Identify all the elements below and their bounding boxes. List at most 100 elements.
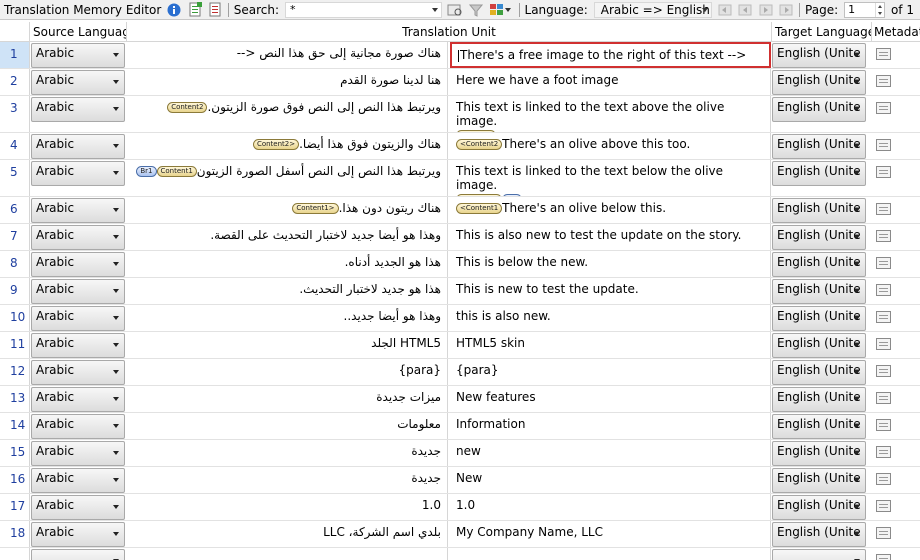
inline-tag[interactable]: Br1 [136,166,157,177]
source-text-cell[interactable]: بلدي اسم الشركة، LLC [127,521,448,547]
metadata-cell[interactable] [872,494,920,520]
target-text-cell[interactable]: This is new to test the update. [450,278,771,304]
metadata-cell[interactable] [872,440,920,466]
metadata-cell[interactable] [872,332,920,358]
source-language-select[interactable]: Arabic [31,161,125,186]
target-text-cell[interactable]: new [450,440,771,466]
chevron-down-icon[interactable] [432,7,439,12]
header-translation-unit[interactable]: Translation Unit [127,22,772,42]
target-language-select[interactable]: English (Unite [772,198,866,223]
target-language-select[interactable] [772,549,866,560]
source-text-cell[interactable] [127,548,448,560]
metadata-cell[interactable] [872,278,920,304]
metadata-icon[interactable] [876,554,891,560]
target-language-select[interactable]: English (Unite [772,387,866,412]
metadata-cell[interactable] [872,133,920,159]
target-language-select[interactable]: English (Unite [772,333,866,358]
source-text-cell[interactable]: وهذا هو أيضا جديد لاختبار التحديث على ال… [127,224,448,250]
source-text-cell[interactable]: ويرتبط هذا النص إلى النص أسفل الصورة الز… [127,160,448,196]
source-language-select[interactable]: Arabic [31,360,125,385]
metadata-cell[interactable] [872,160,920,196]
target-text-cell[interactable]: Information [450,413,771,439]
inline-tag[interactable]: Content2 [456,130,497,132]
metadata-cell[interactable] [872,359,920,385]
header-source-language[interactable]: Source Language [30,22,127,42]
source-language-select[interactable]: Arabic [31,522,125,547]
table-row[interactable]: 3 Arabic ويرتبط هذا النص إلى النص فوق صورة… [0,96,920,133]
source-language-select[interactable]: Arabic [31,495,125,520]
source-language-select[interactable]: Arabic [31,279,125,304]
metadata-icon[interactable] [876,257,891,269]
source-language-select[interactable]: Arabic [31,306,125,331]
source-text-cell[interactable]: HTML5 الجلد [127,332,448,358]
search-options-icon[interactable] [447,2,463,18]
target-text-cell[interactable]: 1.0 [450,494,771,520]
inline-tag[interactable]: Br1 [502,194,523,196]
info-icon[interactable] [166,2,181,18]
metadata-icon[interactable] [876,311,891,323]
source-text-cell[interactable]: هناك ريتون دون هذا.Content1> [127,197,448,223]
filter-icon[interactable] [468,2,483,18]
source-text-cell[interactable]: هنا لدينا صورة القدم [127,69,448,95]
table-row[interactable]: 6 Arabic هناك ريتون دون هذا.Content1> <Cont… [0,197,920,224]
add-tm-icon[interactable] [187,1,202,18]
target-language-select[interactable]: English (Unite [772,360,866,385]
inline-tag[interactable]: Content2> [252,139,300,150]
header-metadata[interactable]: Metadata [872,22,920,42]
metadata-cell[interactable] [872,197,920,223]
source-text-cell[interactable]: هناك صورة مجانية إلى حق هذا النص <-- [127,42,448,68]
language-select[interactable]: Arabic => English [593,1,713,18]
metadata-cell[interactable] [872,548,920,560]
target-language-select[interactable]: English (Unite [772,134,866,159]
search-input[interactable]: * [285,1,443,18]
target-text-cell[interactable]: This is also new to test the update on t… [450,224,771,250]
inline-tag[interactable]: Content1> [292,203,339,214]
metadata-icon[interactable] [876,527,891,539]
header-target-language[interactable]: Target Language [772,22,872,42]
metadata-icon[interactable] [876,473,891,485]
target-language-select[interactable]: English (Unite [772,495,866,520]
table-row[interactable]: 2 Arabic هنا لدينا صورة القدم Here we have … [0,69,920,96]
source-text-cell[interactable]: جديدة [127,440,448,466]
metadata-icon[interactable] [876,230,891,242]
metadata-icon[interactable] [876,48,891,60]
table-row[interactable]: 11 Arabic HTML5 الجلد HTML5 skin English (Un… [0,332,920,359]
target-language-select[interactable]: English (Unite [772,43,866,68]
target-language-select[interactable]: English (Unite [772,225,866,250]
table-row[interactable]: 16 Arabic جديدة New English (Unite [0,467,920,494]
target-language-select[interactable]: English (Unite [772,522,866,547]
target-language-select[interactable]: English (Unite [772,70,866,95]
target-text-cell[interactable]: HTML5 skin [450,332,771,358]
last-page-icon[interactable] [779,2,794,18]
table-row[interactable]: 5 Arabic ويرتبط هذا النص إلى النص أسفل الص… [0,160,920,197]
source-language-select[interactable]: Arabic [31,468,125,493]
metadata-icon[interactable] [876,203,891,215]
table-row[interactable]: 18 Arabic بلدي اسم الشركة، LLC My Company N… [0,521,920,548]
inline-tag[interactable]: <Content2 [456,139,503,150]
table-row[interactable]: 8 Arabic هذا هو الجديد أدناه. This is below… [0,251,920,278]
inline-tag[interactable]: Content2 [167,102,208,113]
source-language-select[interactable]: Arabic [31,441,125,466]
table-row[interactable]: 4 Arabic هناك والزيتون فوق هذا أيضا.Conten… [0,133,920,160]
metadata-icon[interactable] [876,365,891,377]
metadata-icon[interactable] [876,500,891,512]
metadata-cell[interactable] [872,42,920,68]
source-text-cell[interactable]: ويرتبط هذا النص إلى النص فوق صورة الزيتو… [127,96,448,132]
table-row[interactable]: 9 Arabic هذا هو جديد لاختبار التحديث. This … [0,278,920,305]
next-page-icon[interactable] [758,2,773,18]
table-row[interactable]: 7 Arabic وهذا هو أيضا جديد لاختبار التحديث… [0,224,920,251]
target-text-cell[interactable]: New [450,467,771,493]
target-text-cell[interactable]: {para} [450,359,771,385]
metadata-icon[interactable] [876,75,891,87]
target-text-cell[interactable]: This is below the new. [450,251,771,277]
target-language-select[interactable]: English (Unite [772,468,866,493]
source-text-cell[interactable]: هذا هو الجديد أدناه. [127,251,448,277]
target-text-cell[interactable]: <Content1 There's an olive below this. [450,197,771,223]
target-text-cell[interactable]: My Company Name, LLC [450,521,771,547]
source-language-select[interactable]: Arabic [31,134,125,159]
metadata-cell[interactable] [872,96,920,132]
table-row[interactable]: 1 Arabic هناك صورة مجانية إلى حق هذا النص … [0,42,920,69]
target-language-select[interactable]: English (Unite [772,306,866,331]
source-language-select[interactable]: Arabic [31,43,125,68]
metadata-icon[interactable] [876,419,891,431]
